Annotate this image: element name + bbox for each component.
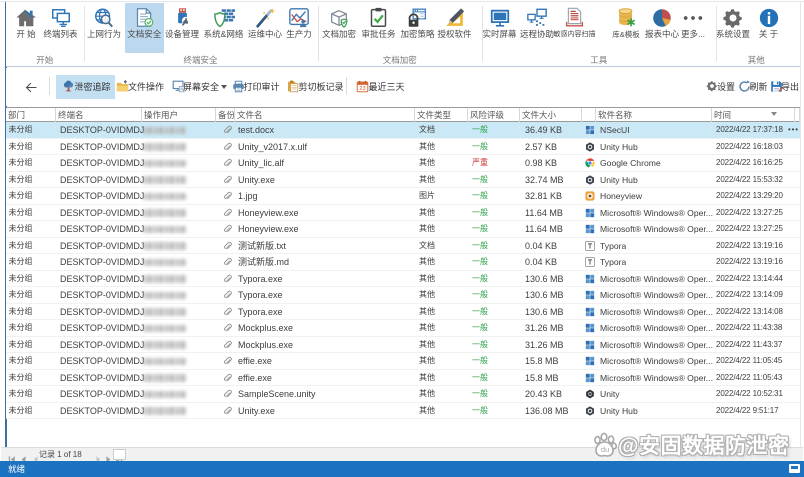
svg-text:23: 23: [359, 86, 365, 92]
svg-text:du: du: [601, 445, 609, 454]
